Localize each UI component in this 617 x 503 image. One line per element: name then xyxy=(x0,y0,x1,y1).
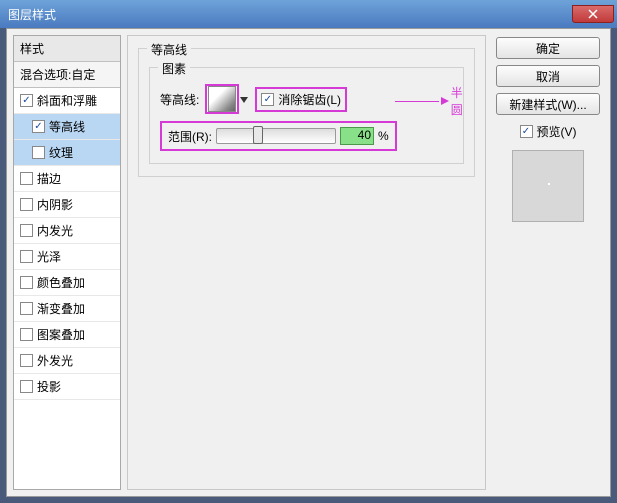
sidebar-item-4[interactable]: 内阴影 xyxy=(14,192,120,218)
elements-group: 图素 半圆 等高线: xyxy=(149,67,464,164)
sidebar-item-6[interactable]: 光泽 xyxy=(14,244,120,270)
sidebar-item-checkbox[interactable] xyxy=(20,380,33,393)
contour-thumb-icon xyxy=(208,86,236,112)
sidebar-item-label: 斜面和浮雕 xyxy=(37,92,97,109)
range-slider[interactable] xyxy=(216,128,336,144)
sidebar-item-checkbox[interactable] xyxy=(20,172,33,185)
sidebar-item-2[interactable]: 纹理 xyxy=(14,140,120,166)
new-style-button[interactable]: 新建样式(W)... xyxy=(496,93,600,115)
close-button[interactable] xyxy=(572,5,614,23)
contour-group: 等高线 图素 半圆 等高线: xyxy=(138,48,475,177)
sidebar-item-checkbox[interactable] xyxy=(20,302,33,315)
preview-label: 预览(V) xyxy=(537,123,577,140)
sidebar-item-label: 渐变叠加 xyxy=(37,300,85,317)
sidebar-item-checkbox[interactable] xyxy=(20,250,33,263)
sidebar-item-checkbox[interactable] xyxy=(32,120,45,133)
annotation-text: 半圆 xyxy=(451,84,471,118)
sidebar-item-label: 描边 xyxy=(37,170,61,187)
annotation-arrow: 半圆 xyxy=(395,84,471,118)
sidebar-item-label: 颜色叠加 xyxy=(37,274,85,291)
sidebar-item-checkbox[interactable] xyxy=(20,276,33,289)
contour-picker[interactable] xyxy=(205,84,239,114)
contour-label: 等高线: xyxy=(160,91,199,108)
sidebar-item-checkbox[interactable] xyxy=(20,354,33,367)
right-panel: 确定 取消 新建样式(W)... 预览(V) xyxy=(492,35,604,490)
sidebar-item-label: 内发光 xyxy=(37,222,73,239)
preview-checkbox[interactable] xyxy=(520,125,533,138)
sidebar-item-7[interactable]: 颜色叠加 xyxy=(14,270,120,296)
dialog-body: 样式 混合选项:自定 斜面和浮雕等高线纹理描边内阴影内发光光泽颜色叠加渐变叠加图… xyxy=(6,28,611,497)
sidebar-item-checkbox[interactable] xyxy=(20,94,33,107)
sidebar-subheader[interactable]: 混合选项:自定 xyxy=(14,62,120,88)
titlebar: 图层样式 xyxy=(0,0,617,28)
sidebar-item-label: 等高线 xyxy=(49,118,85,135)
sidebar-item-label: 外发光 xyxy=(37,352,73,369)
close-icon xyxy=(588,9,598,19)
slider-thumb[interactable] xyxy=(253,126,263,144)
sidebar-header[interactable]: 样式 xyxy=(14,36,120,62)
antialias-label: 消除锯齿(L) xyxy=(278,91,341,108)
sidebar-item-1[interactable]: 等高线 xyxy=(14,114,120,140)
sidebar-item-3[interactable]: 描边 xyxy=(14,166,120,192)
preview-row: 预览(V) xyxy=(520,123,577,140)
styles-sidebar: 样式 混合选项:自定 斜面和浮雕等高线纹理描边内阴影内发光光泽颜色叠加渐变叠加图… xyxy=(13,35,121,490)
sidebar-item-label: 图案叠加 xyxy=(37,326,85,343)
range-label: 范围(R): xyxy=(168,128,212,145)
sidebar-item-checkbox[interactable] xyxy=(20,224,33,237)
sidebar-item-checkbox[interactable] xyxy=(32,146,45,159)
sidebar-item-label: 内阴影 xyxy=(37,196,73,213)
ok-button[interactable]: 确定 xyxy=(496,37,600,59)
group-title: 等高线 xyxy=(147,41,191,58)
range-unit: % xyxy=(378,129,389,143)
range-highlight: 范围(R): 40 % xyxy=(160,121,397,151)
cancel-button[interactable]: 取消 xyxy=(496,65,600,87)
antialias-highlight: 消除锯齿(L) xyxy=(255,87,347,112)
range-row: 范围(R): 40 % xyxy=(160,121,453,151)
inner-group-title: 图素 xyxy=(158,60,190,77)
sidebar-item-label: 投影 xyxy=(37,378,61,395)
sidebar-item-label: 光泽 xyxy=(37,248,61,265)
sidebar-item-10[interactable]: 外发光 xyxy=(14,348,120,374)
center-panel: 等高线 图素 半圆 等高线: xyxy=(127,35,486,490)
sidebar-item-9[interactable]: 图案叠加 xyxy=(14,322,120,348)
sidebar-item-5[interactable]: 内发光 xyxy=(14,218,120,244)
antialias-checkbox[interactable] xyxy=(261,93,274,106)
sidebar-item-11[interactable]: 投影 xyxy=(14,374,120,400)
sidebar-item-checkbox[interactable] xyxy=(20,198,33,211)
sidebar-item-checkbox[interactable] xyxy=(20,328,33,341)
preview-swatch xyxy=(512,150,584,222)
contour-dropdown[interactable] xyxy=(239,95,249,105)
sidebar-item-0[interactable]: 斜面和浮雕 xyxy=(14,88,120,114)
window-title: 图层样式 xyxy=(8,6,56,23)
sidebar-item-8[interactable]: 渐变叠加 xyxy=(14,296,120,322)
range-input[interactable]: 40 xyxy=(340,127,374,145)
arrow-icon xyxy=(441,97,449,105)
sidebar-item-label: 纹理 xyxy=(49,144,73,161)
chevron-down-icon xyxy=(240,97,248,103)
